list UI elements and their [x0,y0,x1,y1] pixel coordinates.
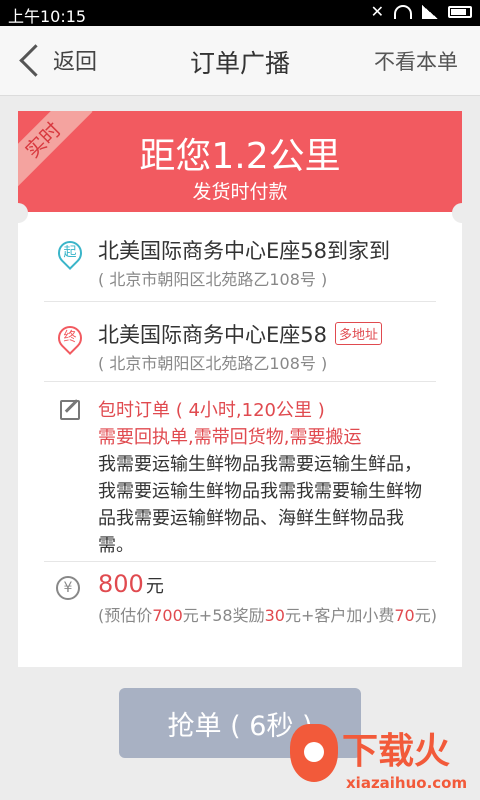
chevron-left-icon [19,43,52,77]
end-address-detail: ( 北京市朝阳区北苑路乙108号 ) [98,354,328,373]
order-card-header: 实时 距您1.2公里 发货时付款 [18,111,462,212]
service-requirements: 需要回执单,需带回货物,需要搬运 [98,427,362,448]
order-note: 我需要运输生鲜物品我需要运输生鲜品，我需要运输生鲜物品我需我需要输生鲜物品我需要… [98,454,422,556]
distance-text: 距您1.2公里 [139,136,341,177]
watermark-text: 下载火 [342,731,451,772]
edit-icon [60,400,80,420]
start-address-detail: ( 北京市朝阳区北苑路乙108号 ) [98,270,328,289]
flame-logo-icon [290,724,338,782]
start-pin-label: 起 [63,245,77,260]
price-unit: 元 [145,576,164,597]
watermark-url: xiazaihuo.com [346,774,468,792]
order-price: 800 元 [98,570,164,598]
status-time: 上午10:15 [8,7,87,26]
multi-address-tag: 多地址 [335,322,383,345]
breakdown-suffix: 元) [414,606,437,625]
start-address-name: 北美国际商务中心E座58到家到 [98,239,390,263]
skip-order-button[interactable]: 不看本单 [374,46,458,76]
signal-icon [422,4,438,19]
divider [44,381,436,382]
estimate-value: 700 [152,606,183,625]
divider [44,301,436,302]
back-label: 返回 [53,50,98,75]
package-type: 包时订单 ( 4小时,120公里 ) [98,400,325,421]
wifi-icon [394,4,412,19]
breakdown-tip-label: 元+客户加小费 [284,606,395,625]
status-bar: 上午10:15 ✕ [0,0,480,26]
price-breakdown: (预估价700元+58奖励30元+客户加小费70元) [98,604,458,628]
yuan-icon: ¥ [56,576,80,600]
status-icons: ✕ [371,2,472,21]
price-value: 800 [98,570,144,598]
ticket-notch-right [452,203,472,223]
title-bar: 返回 订单广播 不看本单 [0,26,480,96]
divider [44,561,436,562]
payment-method: 发货时付款 [192,181,288,203]
ticket-notch-left [8,203,28,223]
start-pin-icon: 起 [53,236,87,270]
end-address-text: 北美国际商务中心E座58 [98,323,327,347]
end-pin-label: 终 [63,330,77,345]
mute-icon: ✕ [370,2,384,21]
end-address-name: 北美国际商务中心E座58 多地址 [98,319,383,349]
back-button[interactable]: 返回 [18,43,98,77]
breakdown-prefix: (预估价 [98,606,153,625]
end-pin-icon: 终 [53,321,87,355]
order-details: 包时订单 ( 4小时,120公里 ) 需要回执单,需带回货物,需要搬运 我需要运… [98,397,438,559]
battery-icon [448,5,472,18]
tip-value: 70 [394,606,415,625]
reward-value: 30 [264,606,285,625]
breakdown-reward-label: 元+58奖励 [182,606,265,625]
order-card: 实时 距您1.2公里 发货时付款 起 北美国际商务中心E座58到家到 ( 北京市… [8,111,472,667]
watermark: 下载火 xiazaihuo.com [280,720,480,800]
